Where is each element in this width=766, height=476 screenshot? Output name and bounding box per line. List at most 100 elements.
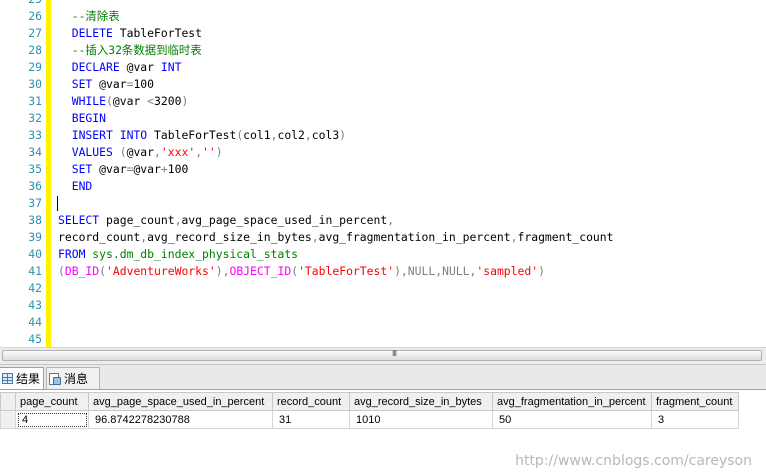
code-token: OBJECT_ID [229,264,292,278]
code-token: FROM [58,247,86,261]
code-line: 42 [0,280,766,297]
code-text: record_count,avg_record_size_in_bytes,av… [58,229,614,246]
code-text: DECLARE @var INT [58,59,182,76]
code-token: @var [112,94,148,108]
code-line: 40 FROM sys.dm_db_index_physical_stats [0,246,766,263]
table-row[interactable]: 4 96.8742278230788 31 1010 50 3 [0,410,739,429]
line-number: 29 [28,60,42,74]
messages-icon [49,372,61,385]
table-cell[interactable]: 50 [492,410,652,429]
code-token: SELECT [58,213,100,227]
code-token: INT [160,60,182,74]
table-cell[interactable]: 4 [15,410,89,429]
results-tab-strip: 结果 消息 [0,365,766,390]
code-token: --清除表 [58,9,120,23]
code-token: 3200 [154,94,182,108]
code-token: col3 [311,128,340,142]
column-header[interactable]: fragment_count [651,392,739,411]
code-text: (DB_ID('AdventureWorks'),OBJECT_ID('Tabl… [58,263,545,280]
tab-results-label: 结果 [16,372,41,386]
column-header[interactable]: avg_record_size_in_bytes [349,392,493,411]
code-token: avg_record_size_in_bytes [147,230,312,244]
code-token: col1 [243,128,271,142]
column-header[interactable]: page_count [15,392,89,411]
code-token: TableForTest [147,128,237,142]
line-number: 30 [28,77,42,91]
scrollbar-thumb[interactable] [2,350,762,361]
code-token: DECLARE [58,60,120,74]
line-number: 34 [28,145,42,159]
code-text: BEGIN [58,110,106,127]
code-line: 41 (DB_ID('AdventureWorks'),OBJECT_ID('Ta… [0,263,766,280]
code-token: 'TableForTest' [298,264,395,278]
code-token: , [304,128,312,142]
table-cell[interactable]: 1010 [349,410,493,429]
header-row: page_count avg_page_space_used_in_percen… [0,392,739,411]
code-line: 31 WHILE(@var <3200) [0,93,766,110]
text-caret [57,196,58,211]
code-token: record_count [58,230,141,244]
code-token: VALUES [58,145,113,159]
line-number: 32 [28,111,42,125]
code-token: NULL,NULL, [407,264,477,278]
table-cell[interactable]: 3 [651,410,739,429]
code-token: 100 [133,77,155,91]
code-text: INSERT INTO TableForTest(col1,col2,col3) [58,127,346,144]
code-token: avg_fragmentation_in_percent [318,230,511,244]
results-table: page_count avg_page_space_used_in_percen… [0,392,739,429]
row-header[interactable] [0,410,16,429]
grid-icon [2,373,13,384]
code-token: SET [58,162,93,176]
line-number: 40 [28,247,42,261]
code-line: 45 [0,331,766,347]
code-text: --清除表 [58,8,120,25]
code-line: 38 SELECT page_count,avg_page_space_used_… [0,212,766,229]
code-line: 43 [0,297,766,314]
code-token: , [387,213,395,227]
code-line: 35 SET @var=@var+100 [0,161,766,178]
code-token: < [147,94,155,108]
code-line: 36 END [0,178,766,195]
code-token: INSERT INTO [58,128,148,142]
code-token: END [58,179,93,193]
horizontal-scrollbar[interactable]: III [0,347,766,365]
watermark-text: http://www.cnblogs.com/careyson [515,453,752,469]
code-line: 37 [0,195,766,212]
code-token: fragment_count [517,230,614,244]
column-header[interactable]: avg_page_space_used_in_percent [88,392,273,411]
code-text: SELECT page_count,avg_page_space_used_in… [58,212,394,229]
code-token: + [160,162,168,176]
tab-messages[interactable]: 消息 [46,367,100,389]
code-text: SET @var=100 [58,76,154,93]
code-token: ( [106,94,113,108]
line-number: 36 [28,179,42,193]
code-token: @var [92,162,127,176]
line-number: 28 [28,43,42,57]
code-token: ) [215,145,223,159]
code-line: 30 SET @var=100 [0,76,766,93]
code-line: 29 DECLARE @var INT [0,59,766,76]
column-header[interactable]: avg_fragmentation_in_percent [492,392,652,411]
code-token: SET [58,77,93,91]
code-token: --插入32条数据到临时表 [58,43,202,57]
code-token: ) [339,128,347,142]
line-number: 27 [28,26,42,40]
code-token: ), [394,264,408,278]
code-token: ( [119,145,127,159]
table-cell[interactable]: 31 [272,410,350,429]
code-token: , [311,230,319,244]
line-number: 44 [28,315,42,329]
code-token: @var [92,77,127,91]
scrollbar-grip: III [392,349,397,358]
sql-editor[interactable]: 2526 --清除表27 DELETE TableForTest28 --插入3… [0,0,766,348]
column-header[interactable]: record_count [272,392,350,411]
code-line: 44 [0,314,766,331]
code-line: 34 VALUES (@var,'xxx','') [0,144,766,161]
table-cell[interactable]: 96.8742278230788 [88,410,273,429]
code-line: 27 DELETE TableForTest [0,25,766,42]
code-token: ( [58,264,65,278]
tab-results[interactable]: 结果 [0,367,44,389]
code-lines: 2526 --清除表27 DELETE TableForTest28 --插入3… [0,0,766,347]
row-header-corner [0,392,16,411]
